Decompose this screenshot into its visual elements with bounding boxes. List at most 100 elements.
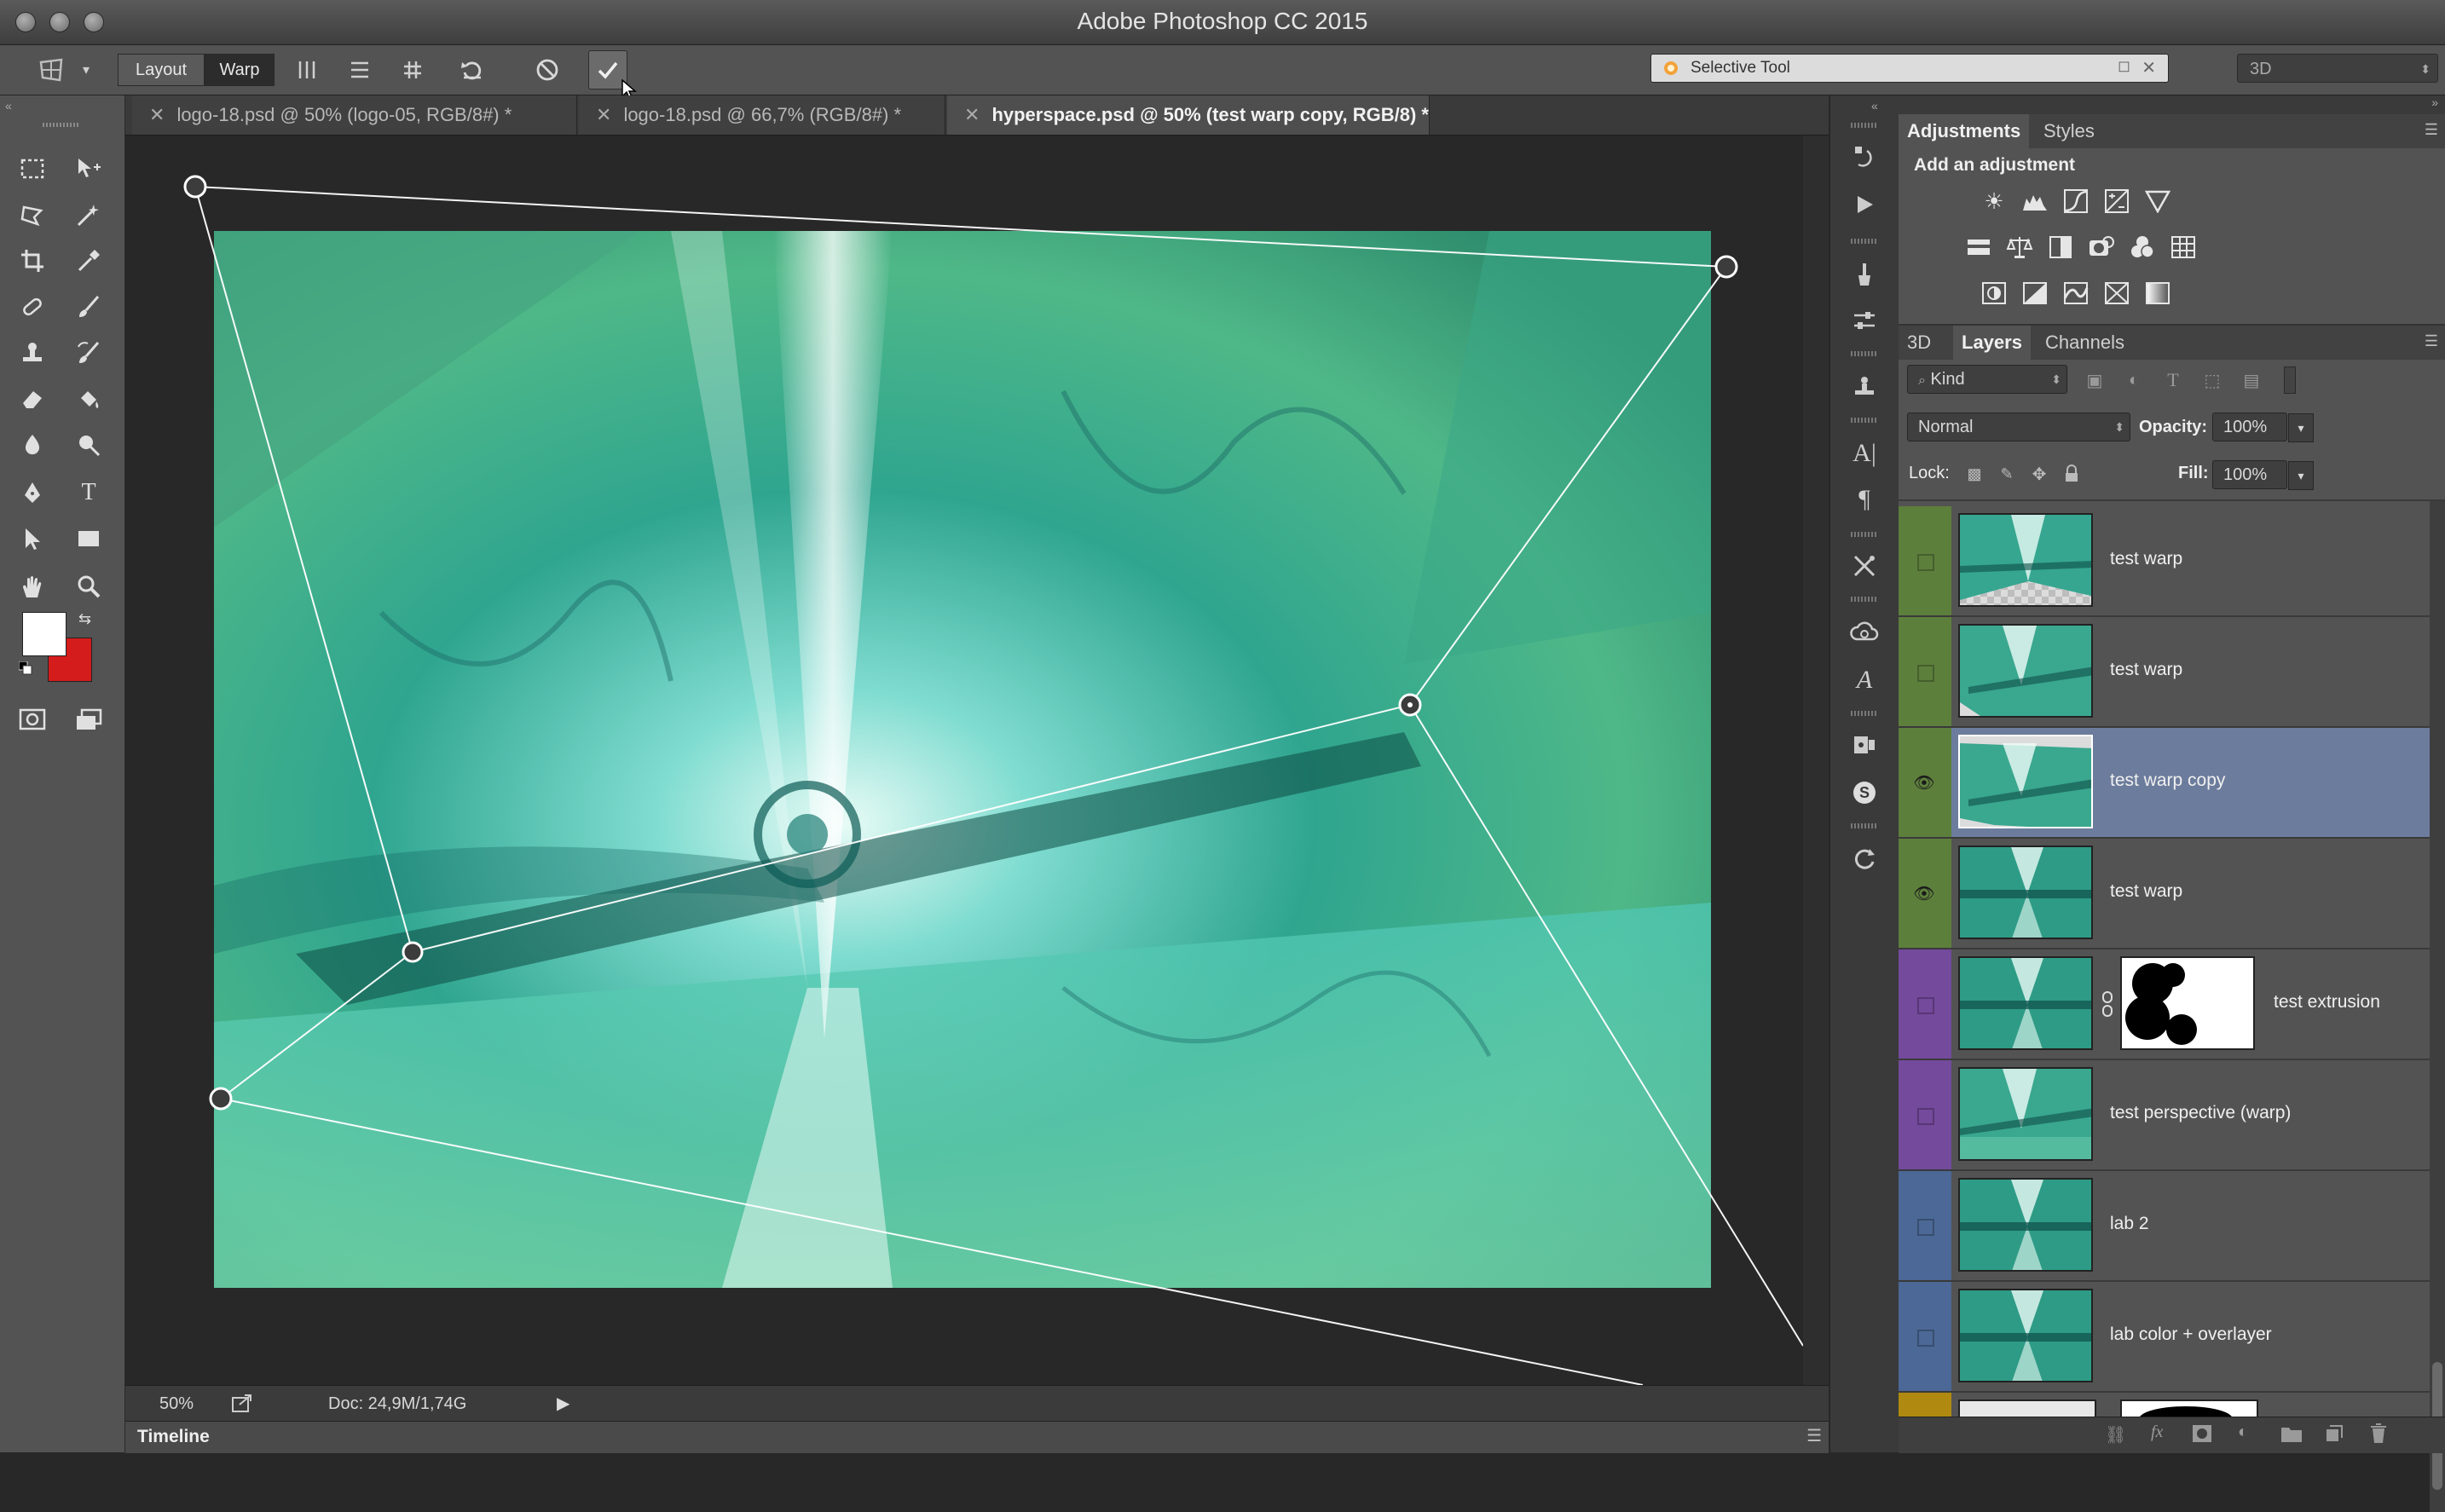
lasso-tool-icon[interactable] <box>14 196 51 234</box>
quick-mask-icon[interactable] <box>14 701 51 738</box>
foreground-color-swatch[interactable] <box>22 612 66 656</box>
canvas-area[interactable] <box>125 136 1803 1385</box>
layers-scrollbar[interactable] <box>2430 501 2445 1512</box>
layer-thumbnail[interactable] <box>1958 513 2093 607</box>
tab-channels[interactable]: Channels <box>2037 326 2133 360</box>
dock-grip[interactable] <box>1851 711 1878 716</box>
filter-adjustment-layers-icon[interactable]: ◐ <box>2118 365 2149 395</box>
eye-icon[interactable]: 👁 <box>1912 881 1936 905</box>
add-mask-icon[interactable] <box>2192 1424 2212 1443</box>
layer-thumbnail[interactable] <box>1958 1178 2093 1272</box>
tab-styles[interactable]: Styles <box>2035 114 2103 148</box>
expand-panels-icon[interactable]: « <box>1871 99 1878 113</box>
document-tab-active[interactable]: ✕ hyperspace.psd @ 50% (test warp copy, R… <box>947 95 1430 135</box>
tool-presets-icon[interactable] <box>1846 547 1883 585</box>
warp-canvas[interactable] <box>125 136 1803 1385</box>
properties-sliders-icon[interactable] <box>1846 302 1883 339</box>
visibility-toggle[interactable] <box>1917 1108 1934 1125</box>
history-brush-icon[interactable] <box>70 334 107 372</box>
new-layer-icon[interactable] <box>2325 1424 2344 1443</box>
path-selection-icon[interactable] <box>14 520 51 557</box>
hand-tool-icon[interactable] <box>14 568 51 605</box>
panel-menu-icon[interactable]: ☰ <box>2425 332 2438 350</box>
extension-s-icon[interactable]: S <box>1846 774 1883 811</box>
black-white-icon[interactable] <box>2045 232 2076 263</box>
layer-mask-thumbnail[interactable] <box>2120 1399 2258 1417</box>
glyphs-panel-icon[interactable]: A <box>1846 661 1883 699</box>
paint-bucket-icon[interactable] <box>70 380 107 418</box>
brightness-contrast-icon[interactable]: ☀ <box>1979 186 2009 216</box>
layer-name[interactable]: lab color + overlayer <box>2110 1324 2272 1345</box>
layer-row[interactable]: lab 2 <box>1899 1171 2430 1282</box>
lock-image-pixels-icon[interactable]: ✎ <box>1994 459 2020 489</box>
magic-wand-icon[interactable] <box>70 196 107 234</box>
layer-name[interactable]: test extrusion <box>2274 992 2380 1013</box>
filter-shape-layers-icon[interactable]: ⬚ <box>2197 365 2228 395</box>
device-preview-icon[interactable] <box>1846 726 1883 764</box>
layer-thumbnail[interactable] <box>1958 624 2093 718</box>
layer-style-fx-icon[interactable]: fx <box>2151 1423 2163 1442</box>
layout-mode-button[interactable]: Layout <box>118 54 205 86</box>
layer-thumbnail[interactable] <box>1958 1399 2096 1417</box>
filter-type-layers-icon[interactable]: T <box>2158 365 2188 395</box>
dock-grip[interactable] <box>1851 418 1878 423</box>
document-tab[interactable]: ✕ logo-18.psd @ 66,7% (RGB/8#) * <box>579 95 945 135</box>
auto-straighten-horizontal-icon[interactable] <box>343 54 377 86</box>
dock-grip[interactable] <box>1851 351 1878 356</box>
curves-icon[interactable] <box>2061 186 2091 216</box>
lock-transparent-pixels-icon[interactable]: ▩ <box>1962 459 1987 489</box>
creative-cloud-libraries-icon[interactable] <box>1846 614 1883 651</box>
layer-row-partial[interactable] <box>1899 1393 2430 1417</box>
layer-row[interactable]: lab color + overlayer <box>1899 1282 2430 1393</box>
exposure-icon[interactable] <box>2101 186 2132 216</box>
layer-name[interactable]: test warp <box>2110 549 2182 569</box>
actions-play-icon[interactable] <box>1846 186 1883 223</box>
layer-row[interactable]: 👁 test warp <box>1899 839 2430 949</box>
tab-layers[interactable]: Layers <box>1953 326 2031 360</box>
close-tab-icon[interactable]: ✕ <box>149 104 165 125</box>
tab-3d[interactable]: 3D <box>1899 326 1939 360</box>
layer-mask-thumbnail[interactable] <box>2120 956 2255 1050</box>
layer-thumbnail[interactable] <box>1958 735 2093 828</box>
invert-icon[interactable] <box>1979 278 2009 309</box>
auto-straighten-vertical-icon[interactable] <box>290 54 324 86</box>
visibility-toggle[interactable] <box>1917 1330 1934 1347</box>
opacity-slider-chevron-icon[interactable]: ▾ <box>2288 413 2314 442</box>
reset-warp-icon[interactable] <box>455 54 489 86</box>
warp-mode-button[interactable]: Warp <box>205 54 275 86</box>
eye-icon[interactable]: 👁 <box>1912 770 1936 794</box>
default-colors-icon[interactable] <box>18 661 32 675</box>
close-tab-icon[interactable]: ✕ <box>596 104 611 125</box>
clone-source-icon[interactable] <box>1846 368 1883 406</box>
filter-smart-objects-icon[interactable]: ▤ <box>2236 365 2267 395</box>
filter-toggle-switch[interactable] <box>2284 366 2296 394</box>
status-menu-triangle-icon[interactable]: ▶ <box>557 1393 569 1414</box>
character-panel-icon[interactable]: A| <box>1846 435 1883 472</box>
visibility-toggle[interactable] <box>1917 1219 1934 1236</box>
new-group-folder-icon[interactable] <box>2280 1424 2303 1443</box>
dock-grip[interactable] <box>1851 123 1878 128</box>
workspace-switcher[interactable]: 3D ⬍ <box>2237 54 2438 83</box>
fill-input[interactable]: 100% ▾ <box>2212 460 2314 490</box>
share-icon[interactable] <box>231 1393 253 1413</box>
rectangular-marquee-icon[interactable] <box>14 150 51 188</box>
lock-position-icon[interactable]: ✥ <box>2026 459 2052 489</box>
panel-menu-icon[interactable]: ☰ <box>1806 1425 1822 1446</box>
paragraph-panel-icon[interactable]: ¶ <box>1846 481 1883 518</box>
vibrance-icon[interactable] <box>2142 186 2173 216</box>
selective-tool-search[interactable]: Selective Tool ◻ ✕ <box>1650 54 2169 83</box>
pen-tool-icon[interactable] <box>14 474 51 511</box>
tab-adjustments[interactable]: Adjustments <box>1899 114 2030 148</box>
close-tab-icon[interactable]: ✕ <box>964 104 980 125</box>
collapse-panel-icon[interactable]: « <box>5 99 12 113</box>
lock-all-icon[interactable] <box>2059 459 2084 489</box>
restore-icon[interactable]: ◻ <box>2118 57 2130 75</box>
color-lookup-icon[interactable] <box>2168 232 2199 263</box>
timeline-panel[interactable]: Timeline ☰ <box>125 1421 1829 1453</box>
collapse-icon[interactable]: » <box>2431 95 2438 109</box>
visibility-toggle[interactable] <box>1917 997 1934 1014</box>
document-tab[interactable]: ✕ logo-18.psd @ 50% (logo-05, RGB/8#) * <box>132 95 577 135</box>
color-balance-icon[interactable] <box>2004 232 2035 263</box>
layer-thumbnail[interactable] <box>1958 845 2093 939</box>
layer-name[interactable]: test perspective (warp) <box>2110 1103 2291 1123</box>
